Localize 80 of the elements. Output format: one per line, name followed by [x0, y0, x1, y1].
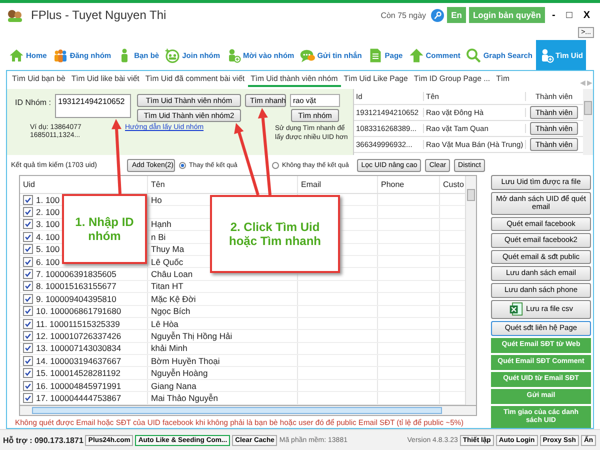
row-checkbox[interactable]: [23, 194, 33, 205]
column-header: Uid: [20, 176, 148, 193]
table-cell: Mai Thảo Nguyễn: [151, 392, 218, 403]
home-icon: [9, 48, 24, 62]
scrollbar[interactable]: [19, 406, 477, 416]
row-checkbox[interactable]: [23, 207, 33, 218]
support-phone: Hỗ trợ : 090.173.1871: [3, 436, 84, 444]
row-checkbox[interactable]: [23, 269, 33, 280]
table-cell: Hạnh: [151, 219, 172, 230]
table-cell: 9. 100009404395810: [36, 294, 116, 304]
window-control-button[interactable]: -: [548, 10, 560, 20]
table-cell: 5. 100: [36, 244, 60, 254]
row-checkbox[interactable]: [23, 306, 33, 316]
table-cell: 4. 100: [36, 232, 60, 242]
table-cell: Ngọc Bích: [151, 306, 190, 316]
row-checkbox[interactable]: [23, 356, 33, 366]
radio-button[interactable]: [179, 162, 186, 169]
field-label: ID Nhóm :: [15, 97, 51, 107]
row-checkbox[interactable]: [23, 368, 33, 378]
row-checkbox[interactable]: [23, 294, 33, 304]
search-icon: [466, 48, 482, 62]
people-icon: [52, 48, 68, 62]
row-checkbox[interactable]: [23, 380, 33, 391]
table-cell: 16. 100004845971991: [36, 380, 122, 391]
document-icon: [368, 48, 383, 62]
key-icon[interactable]: [431, 8, 444, 22]
row-checkbox[interactable]: [23, 281, 33, 292]
column-header: Phone: [378, 176, 440, 193]
table-cell: 17. 100004444753867: [36, 392, 122, 403]
table-cell: Nguyễn Thị Hồng Hải: [151, 330, 232, 341]
table-cell: Lê Quốc: [151, 256, 184, 267]
table-cell: Nguyễn Hoàng: [151, 368, 208, 378]
row-checkbox[interactable]: [23, 219, 33, 230]
table-cell: 14. 100003194637667: [36, 356, 122, 366]
table-cell: Châu Loan: [151, 269, 193, 280]
column-header: Tên: [148, 176, 298, 193]
column-header: Email: [298, 176, 378, 193]
table-cell: Mặc Kệ Đời: [151, 294, 196, 304]
app-logo-icon: [6, 7, 24, 23]
table-cell: 7. 100006391835605: [36, 269, 116, 280]
column-header: Custo: [442, 179, 465, 191]
window-control-button[interactable]: □: [562, 10, 576, 20]
row-checkbox[interactable]: [23, 232, 33, 242]
radio-button[interactable]: [272, 162, 279, 169]
group-id-field[interactable]: 193121494210652: [55, 94, 131, 118]
days-left: Còn 75 ngày: [380, 10, 426, 20]
row-checkbox[interactable]: [23, 392, 33, 403]
table-cell: Bờm Huyền Thoại: [151, 356, 220, 366]
table-cell: 2. 100: [36, 207, 60, 218]
table-cell: 10. 100006861791680: [36, 306, 122, 316]
add-person-icon: [226, 48, 242, 62]
table-cell: 13. 100007143030834: [36, 343, 122, 354]
callout: 2. Click Tìm Uid hoặc Tìm nhanh: [210, 195, 340, 273]
window-control-button[interactable]: X: [579, 10, 594, 20]
row-checkbox[interactable]: [23, 330, 33, 341]
table-cell: 1. 100: [36, 194, 60, 205]
table-cell: Giang Nana: [151, 380, 196, 391]
table-cell: Lê Hòa: [151, 318, 178, 329]
table-cell: n Bi: [151, 232, 166, 242]
table-cell: khải Minh: [151, 343, 188, 354]
row-checkbox[interactable]: [23, 244, 33, 254]
spreadsheet-icon: [508, 302, 523, 316]
window-title: FPlus - Tuyet Nguyen Thi: [31, 8, 166, 22]
people-circle-icon: [165, 48, 180, 62]
table-cell: 11. 100011515325339: [36, 318, 120, 329]
table-cell: Ho: [151, 194, 162, 205]
chat-icon: [300, 48, 316, 62]
table-cell: Thuy Ma: [151, 244, 184, 254]
table-cell: 8. 100015163155677: [36, 281, 116, 292]
table-cell: 3. 100: [36, 219, 60, 230]
row-checkbox[interactable]: [23, 318, 33, 329]
table-cell: 12. 100010726337426: [36, 330, 122, 341]
row-checkbox[interactable]: [23, 343, 33, 354]
row-checkbox[interactable]: [23, 256, 33, 267]
table-cell: Titan HT: [151, 281, 184, 292]
scrollbar[interactable]: [583, 89, 593, 155]
table-cell: 15. 100014528281192: [36, 368, 120, 378]
callout: 1. Nhập ID nhóm: [62, 194, 147, 264]
up-arrow-icon: [408, 48, 424, 62]
table-cell: 6. 100: [36, 256, 60, 267]
